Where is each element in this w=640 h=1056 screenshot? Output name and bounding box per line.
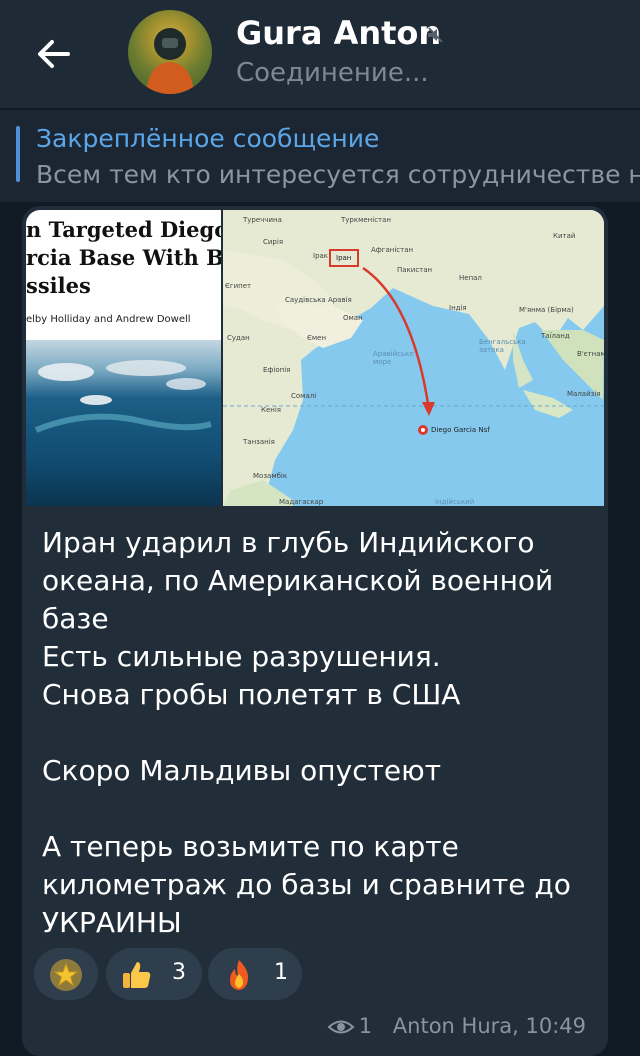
map-label: Сирія bbox=[263, 238, 284, 246]
headline-line: rcia Base With Ballis bbox=[26, 245, 221, 270]
map-label: Туркменістан bbox=[341, 216, 391, 224]
author-time: Anton Hura, 10:49 bbox=[392, 1014, 586, 1038]
message-bubble: n Targeted Diego rcia Base With Ballis s… bbox=[22, 206, 608, 1056]
reaction-count: 3 bbox=[172, 960, 186, 985]
muted-icon bbox=[428, 27, 443, 43]
map-label: Непал bbox=[459, 274, 482, 282]
pinned-text: Всем тем кто интересуется сотрудничестве… bbox=[36, 160, 640, 189]
news-screenshot-image[interactable]: n Targeted Diego rcia Base With Ballis s… bbox=[26, 210, 221, 506]
map-label: Ірак bbox=[313, 252, 329, 260]
chat-header: Gura Anton Соединение... bbox=[0, 0, 640, 108]
map-label: Судан bbox=[227, 334, 250, 342]
map-label: Мозамбік bbox=[253, 472, 288, 480]
map-label: Бенгальська затока bbox=[479, 338, 526, 354]
star-icon bbox=[50, 959, 82, 991]
news-byline: elby Holliday and Andrew Dowell bbox=[26, 314, 191, 325]
message-text: Иран ударил в глубь Индийского океана, п… bbox=[42, 526, 571, 939]
reaction-thumbs-up[interactable]: 3 bbox=[106, 948, 202, 1000]
map-label: Афганістан bbox=[371, 246, 414, 254]
chat-title[interactable]: Gura Anton bbox=[236, 14, 441, 52]
reaction-count: 1 bbox=[274, 960, 288, 985]
thumbs-up-icon bbox=[123, 962, 151, 988]
map-label: Індія bbox=[449, 304, 467, 312]
map-label: Єгипет bbox=[225, 282, 252, 290]
headline-line: n Targeted Diego bbox=[26, 217, 221, 242]
map-label: Малайзія bbox=[567, 390, 601, 398]
pinned-title: Закреплённое сообщение bbox=[36, 124, 380, 153]
avatar[interactable] bbox=[128, 10, 212, 94]
map-label: В'єтнам bbox=[577, 350, 604, 358]
map-label: Китай bbox=[553, 232, 576, 240]
pinned-indicator bbox=[16, 126, 20, 182]
news-headline: n Targeted Diego rcia Base With Ballis s… bbox=[26, 216, 221, 300]
map-label: Туреччина bbox=[243, 216, 282, 224]
reaction-star[interactable] bbox=[34, 948, 98, 1000]
map-label: Індійський bbox=[435, 498, 475, 506]
message-meta: 1 Anton Hura, 10:49 bbox=[327, 1014, 586, 1038]
views-count: 1 bbox=[358, 1014, 373, 1038]
map-label: Пакистан bbox=[397, 266, 433, 274]
map-label-iran: Іран bbox=[336, 254, 352, 262]
views-eye-icon bbox=[327, 1020, 355, 1034]
aerial-photo bbox=[26, 340, 221, 506]
map-label: Сомалі bbox=[291, 392, 317, 400]
map-label: Танзанія bbox=[243, 438, 275, 446]
map-label: Кенія bbox=[261, 406, 282, 414]
map-label-diego-garcia: Diego Garcia Nsf bbox=[431, 426, 490, 434]
reaction-fire[interactable]: 1 bbox=[208, 948, 302, 1000]
fire-icon bbox=[230, 960, 249, 990]
back-arrow-icon[interactable] bbox=[30, 30, 78, 78]
connection-status: Соединение... bbox=[236, 58, 429, 88]
pinned-message-bar[interactable]: Закреплённое сообщение Всем тем кто инте… bbox=[0, 110, 640, 202]
map-label: Ємен bbox=[307, 334, 327, 342]
map-label: Оман bbox=[343, 314, 363, 322]
map-label: Аравійське море bbox=[373, 350, 414, 366]
headline-line: ssiles bbox=[26, 273, 91, 298]
map-label: Таїланд bbox=[541, 332, 570, 340]
map-label: Ефіопія bbox=[263, 366, 291, 374]
map-label: Мадагаскар bbox=[279, 498, 324, 506]
avatar-figure-icon bbox=[146, 28, 194, 94]
map-image[interactable]: Туреччина Туркменістан Китай Сирія Ірак … bbox=[223, 210, 604, 506]
map-label: Саудівська Аравія bbox=[285, 296, 352, 304]
map-label: М'янма (Бірма) bbox=[519, 306, 574, 314]
